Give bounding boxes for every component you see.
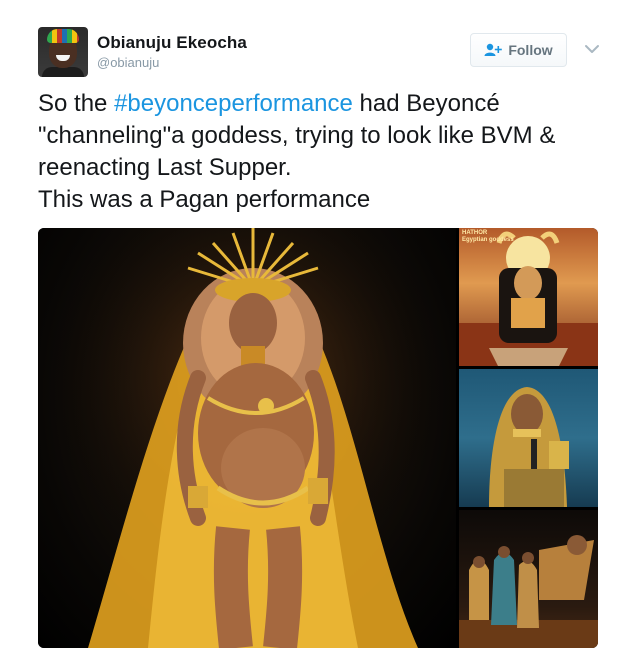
tweet-text: So the #beyonceperformance had Beyoncé "… — [38, 88, 608, 216]
hashtag-link[interactable]: #beyonceperformance — [114, 90, 353, 117]
tweet-line-4: This was a Pagan performance — [38, 186, 371, 213]
user-handle[interactable]: @obianuju — [97, 55, 159, 70]
user-name[interactable]: Obianuju Ekeocha — [97, 33, 247, 53]
media-grid: HATHOR Egyptian goddess — [38, 228, 598, 648]
thumbnail-photo-2[interactable] — [459, 369, 598, 507]
caption-line: Egyptian goddess — [462, 237, 514, 243]
main-photo[interactable] — [38, 228, 456, 648]
add-user-icon — [484, 43, 503, 57]
thumbnail-photo-1[interactable]: HATHOR Egyptian goddess — [459, 228, 598, 366]
tweet-text-segment: had Beyoncé — [352, 90, 500, 117]
tweet-line-1: So the #beyonceperformance had Beyoncé — [38, 88, 608, 120]
tweet-text-segment: So the — [38, 90, 115, 117]
follow-label: Follow — [508, 42, 553, 58]
tweet: Obianuju Ekeocha @obianuju Follow So the… — [0, 0, 633, 656]
avatar-headwrap — [47, 29, 79, 43]
caption-line: HATHOR — [462, 230, 488, 236]
tweet-line-3: reenacting Last Supper. — [38, 154, 292, 181]
chevron-down-icon[interactable] — [584, 42, 600, 54]
tweet-line-2: "channeling"a goddess, trying to look li… — [38, 122, 556, 149]
thumbnail-photo-3[interactable] — [459, 510, 598, 648]
follow-button[interactable]: Follow — [470, 33, 567, 67]
thumbnail-caption: HATHOR Egyptian goddess — [462, 230, 514, 244]
avatar[interactable] — [38, 27, 88, 77]
avatar-body — [42, 67, 84, 77]
